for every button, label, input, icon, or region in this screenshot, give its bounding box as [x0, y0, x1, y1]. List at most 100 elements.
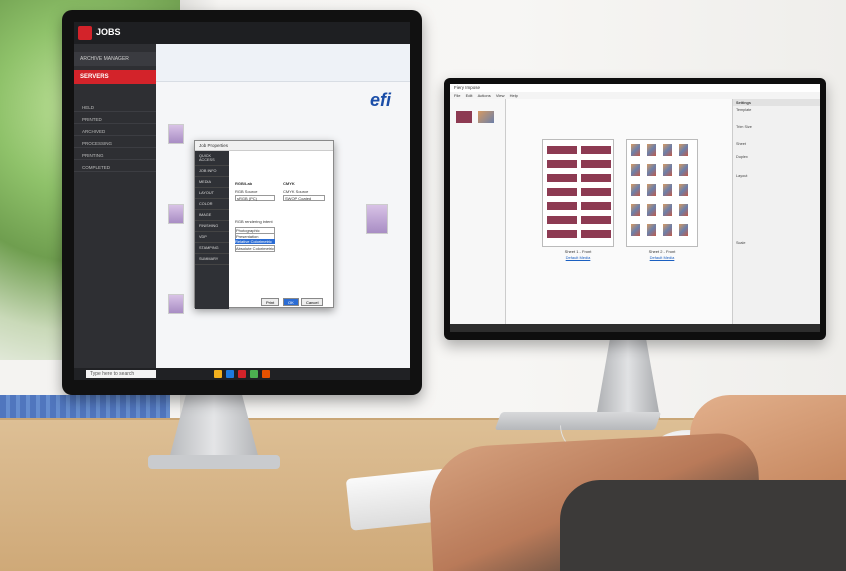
sheet-1[interactable]	[542, 139, 614, 247]
cancel-button[interactable]: Cancel	[301, 298, 324, 306]
fiery-logo-icon	[78, 26, 92, 40]
card-tile	[581, 216, 611, 224]
nav-item-printed[interactable]: PRINTED	[74, 114, 156, 124]
photo-tile	[631, 144, 640, 156]
nav-item-completed[interactable]: COMPLETED	[74, 162, 156, 172]
taskbar-app-icon[interactable]	[226, 370, 234, 378]
menu-actions[interactable]: Actions	[478, 93, 491, 98]
rgb-section-label: RGB/Lab	[235, 181, 253, 186]
taskbar-app-icon[interactable]	[262, 370, 270, 378]
dialog-sidebar: QUICK ACCESS JOB INFO MEDIA LAYOUT COLOR…	[195, 151, 229, 309]
card-tile	[547, 202, 577, 210]
settings-title: Settings	[733, 99, 820, 106]
photo-tile	[631, 204, 640, 216]
page-thumbnail[interactable]	[478, 111, 494, 123]
settings-panel: Settings Template Trim Size Sheet Duplex…	[732, 99, 820, 324]
impose-status-bar	[450, 324, 820, 332]
dialog-tab-image[interactable]: IMAGE	[195, 210, 229, 221]
settings-row-sheet[interactable]: Sheet	[733, 140, 820, 147]
windows-taskbar: Type here to search	[74, 368, 410, 380]
rendering-intent-label: RGB rendering intent	[235, 219, 273, 224]
card-tile	[547, 146, 577, 154]
sheet-view-panel: Sheet 1 - Front Default Media Sheet 2 - …	[506, 99, 732, 324]
card-tile	[581, 146, 611, 154]
dialog-tab-job-info[interactable]: JOB INFO	[195, 166, 229, 177]
impose-title-bar: Fiery Impose	[450, 84, 820, 92]
dialog-tab-quick-access[interactable]: QUICK ACCESS	[195, 151, 229, 166]
nav-item-held[interactable]: HELD	[74, 102, 156, 112]
settings-row-duplex[interactable]: Duplex	[733, 153, 820, 160]
rgb-source-label: RGB Source	[235, 189, 258, 194]
settings-row-template[interactable]: Template	[733, 106, 820, 113]
taskbar-app-icon[interactable]	[214, 370, 222, 378]
jobs-title: JOBS	[96, 27, 121, 37]
photo-tile	[631, 164, 640, 176]
job-thumbnail[interactable]	[168, 124, 184, 144]
print-button[interactable]: Print	[261, 298, 280, 306]
photo-tile	[663, 184, 672, 196]
dialog-body: RGB/Lab CMYK RGB Source sRGB (PC) CMYK S…	[231, 155, 331, 305]
nav-item-printing[interactable]: PRINTING	[74, 150, 156, 160]
dialog-tab-media[interactable]: MEDIA	[195, 177, 229, 188]
sheet-1-media-link[interactable]: Default Media	[542, 255, 614, 260]
photo-tile	[647, 184, 656, 196]
cmyk-source-select[interactable]: SWOP Coated	[283, 195, 325, 201]
job-thumbnail[interactable]	[168, 294, 184, 314]
cmyk-source-label: CMYK Source	[283, 189, 309, 194]
dialog-tab-finishing[interactable]: FINISHING	[195, 221, 229, 232]
photo-tile	[647, 164, 656, 176]
menu-view[interactable]: View	[496, 93, 505, 98]
efi-logo: efi	[370, 90, 392, 110]
job-properties-dialog: Job Properties QUICK ACCESS JOB INFO MED…	[194, 140, 334, 309]
card-tile	[547, 230, 577, 238]
photo-tile	[663, 204, 672, 216]
sheet-2[interactable]	[626, 139, 698, 247]
dialog-tab-summary[interactable]: SUMMARY	[195, 254, 229, 265]
page-view-panel	[450, 99, 506, 324]
taskbar-app-icon[interactable]	[250, 370, 258, 378]
menu-file[interactable]: File	[454, 93, 460, 98]
dark-sleeve	[560, 480, 846, 571]
dialog-tab-layout[interactable]: LAYOUT	[195, 188, 229, 199]
photo-tile	[679, 144, 688, 156]
dialog-tab-vdp[interactable]: VDP	[195, 232, 229, 243]
settings-row-layout[interactable]: Layout	[733, 172, 820, 179]
rendering-option-selected[interactable]: Relative Colorimetric	[235, 239, 275, 244]
page-thumbnail[interactable]	[456, 111, 472, 123]
archive-manager-item[interactable]: ARCHIVE MANAGER	[74, 52, 156, 66]
job-thumbnail[interactable]	[168, 204, 184, 224]
dialog-tab-color[interactable]: COLOR	[195, 199, 229, 210]
photo-tile	[663, 164, 672, 176]
right-monitor-screen: Fiery Impose File Edit Actions View Help	[450, 84, 820, 332]
taskbar-search-box[interactable]: Type here to search	[86, 370, 156, 378]
fiery-command-workstation-topbar: JOBS	[74, 22, 410, 44]
settings-row-scale[interactable]: Scale	[733, 239, 820, 246]
impose-menu-bar: File Edit Actions View Help	[450, 92, 820, 99]
servers-item[interactable]: SERVERS	[74, 70, 156, 84]
nav-item-processing[interactable]: PROCESSING	[74, 138, 156, 148]
left-monitor-foot	[148, 455, 280, 469]
settings-row-trim-size[interactable]: Trim Size	[733, 123, 820, 130]
menu-edit[interactable]: Edit	[466, 93, 473, 98]
rgb-source-select[interactable]: sRGB (PC)	[235, 195, 275, 201]
photo-tile	[679, 164, 688, 176]
rendering-option[interactable]: Absolute Colorimetric	[235, 245, 275, 252]
ok-button[interactable]: OK	[283, 298, 299, 306]
dialog-title: Job Properties	[195, 141, 333, 151]
nav-item-archived[interactable]: ARCHIVED	[74, 126, 156, 136]
card-tile	[581, 174, 611, 182]
taskbar-app-icon[interactable]	[238, 370, 246, 378]
left-monitor: JOBS ARCHIVE MANAGER SERVERS HELD PRINTE…	[62, 10, 422, 395]
card-tile	[547, 188, 577, 196]
card-tile	[581, 202, 611, 210]
menu-help[interactable]: Help	[510, 93, 518, 98]
photo-tile	[647, 224, 656, 236]
sheet-2-media-link[interactable]: Default Media	[626, 255, 698, 260]
job-thumbnail[interactable]	[366, 204, 388, 234]
dialog-tab-stamping[interactable]: STAMPING	[195, 243, 229, 254]
job-header	[156, 44, 410, 82]
cmyk-section-label: CMYK	[283, 181, 295, 186]
photo-tile	[679, 204, 688, 216]
card-tile	[547, 216, 577, 224]
sheet-2-label: Sheet 2 - Front	[648, 249, 676, 254]
